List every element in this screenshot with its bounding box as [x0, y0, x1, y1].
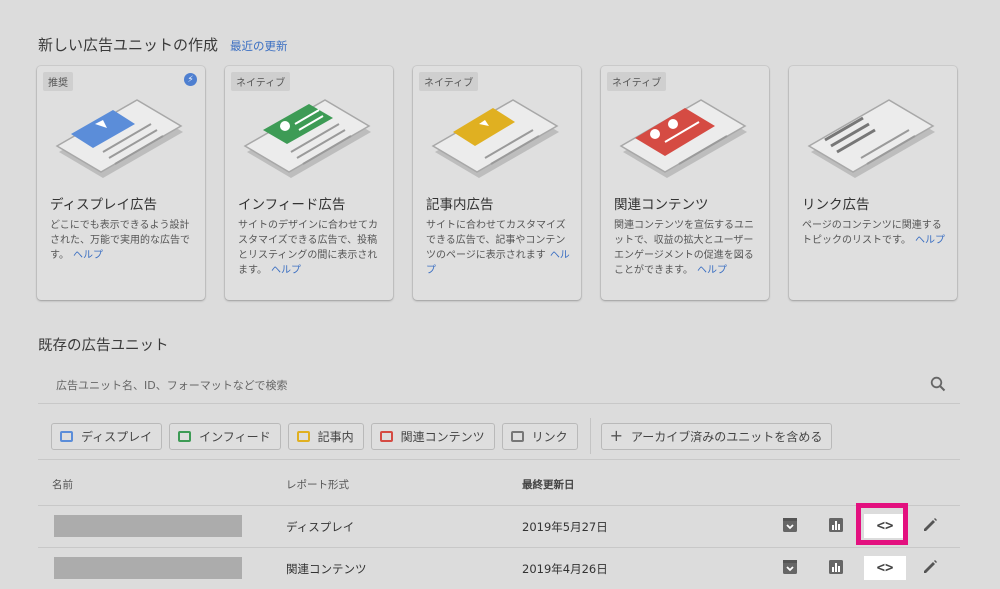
help-link[interactable]: ヘルプ [697, 265, 727, 276]
card-badge: ネイティブ [231, 72, 291, 91]
card-description: サイトのデザインに合わせてカスタマイズできる広告で、投稿とリスティングの間に表示… [238, 220, 378, 276]
filter-chips: ディスプレイ インフィード 記事内 関連コンテンツ リンク + アーカイブ済みの… [51, 418, 839, 454]
help-link[interactable]: ヘルプ [271, 265, 301, 276]
existing-units-title: 既存の広告ユニット [38, 338, 169, 354]
help-link[interactable]: ヘルプ [73, 250, 103, 261]
card-description: どこにでも表示できるよう設計された、万能で実用的な広告です。 ヘルプ [50, 220, 190, 261]
card-title: ディスプレイ広告 [50, 197, 158, 213]
edit-pencil-icon[interactable] [921, 516, 939, 534]
card-infeed-ads[interactable]: ネイティブ インフィード広告 サイトのデザインに合わせてカスタマイズできる広告で… [225, 66, 393, 300]
search-bar [38, 366, 960, 404]
row-updated: 2019年5月27日 [522, 520, 608, 534]
page-title: 新しい広告ユニットの作成 [38, 36, 219, 54]
related-content-illustration [619, 99, 747, 178]
redacted-unit-name[interactable] [54, 557, 242, 579]
row-format: 関連コンテンツ [286, 562, 367, 576]
get-code-highlight [856, 503, 908, 545]
column-header-name[interactable]: 名前 [52, 477, 73, 492]
plus-icon: + [609, 426, 624, 445]
card-display-ads[interactable]: 推奨 ⚡ ディスプレイ広告 どこにでも表示できるよう設計された、万能で実用的な広… [37, 66, 205, 300]
bolt-icon: ⚡ [184, 73, 197, 86]
card-description: 関連コンテンツを宣伝するユニットで、収益の拡大とユーザー エンゲージメントの促進… [614, 220, 754, 276]
filter-chip-infeed[interactable]: インフィード [169, 422, 281, 450]
create-header: 新しい広告ユニットの作成 最近の更新 [38, 34, 288, 55]
card-related-content[interactable]: ネイティブ 関連コンテンツ 関連コンテンツを宣伝するユニットで、収益の拡大とユー… [601, 66, 769, 300]
archive-icon[interactable] [781, 558, 799, 576]
filter-chip-related[interactable]: 関連コンテンツ [370, 422, 495, 450]
table-header: 名前 レポート形式 最終更新日 [38, 459, 960, 506]
card-description: ページのコンテンツに関連するトピックのリストです。 ヘルプ [802, 220, 945, 246]
row-format: ディスプレイ [286, 520, 355, 534]
include-archived-chip[interactable]: + アーカイブ済みのユニットを含める [600, 422, 833, 450]
card-title: リンク広告 [802, 197, 870, 213]
display-format-icon [60, 430, 73, 442]
card-title: 関連コンテンツ [614, 197, 709, 213]
card-description: サイトに合わせてカスタマイズできる広告で、記事やコンテンツのページに表示されます… [426, 220, 570, 276]
link-format-icon [510, 430, 524, 442]
in-article-ad-illustration [431, 99, 559, 178]
search-icon[interactable] [930, 376, 946, 392]
redacted-unit-name[interactable] [54, 515, 242, 537]
filter-chip-display[interactable]: ディスプレイ [51, 422, 163, 450]
in-article-format-icon [296, 430, 310, 442]
filter-chip-in-article[interactable]: 記事内 [287, 422, 364, 450]
row-updated: 2019年4月26日 [522, 562, 608, 576]
edit-pencil-icon[interactable] [921, 558, 939, 576]
card-badge: ネイティブ [607, 72, 667, 91]
card-title: 記事内広告 [426, 197, 494, 213]
search-input[interactable] [56, 376, 876, 394]
card-link-ads[interactable]: リンク広告 ページのコンテンツに関連するトピックのリストです。 ヘルプ [789, 66, 957, 300]
ad-unit-cards: 推奨 ⚡ ディスプレイ広告 どこにでも表示できるよう設計された、万能で実用的な広… [37, 66, 957, 300]
recent-updates-link[interactable]: 最近の更新 [230, 38, 288, 54]
column-header-updated[interactable]: 最終更新日 [522, 477, 575, 492]
card-in-article-ads[interactable]: ネイティブ 記事内広告 サイトに合わせてカスタマイズできる広告で、記事やコンテン… [413, 66, 581, 300]
table-row: ディスプレイ 2019年5月27日 <> [38, 506, 960, 548]
bar-chart-icon[interactable] [827, 516, 845, 534]
filter-divider [589, 418, 591, 454]
get-code-button[interactable]: <> [864, 556, 906, 580]
card-title: インフィード広告 [238, 197, 346, 213]
card-badge: 推奨 [43, 72, 73, 91]
archive-icon[interactable] [781, 516, 799, 534]
card-badge: ネイティブ [419, 72, 479, 91]
column-header-format[interactable]: レポート形式 [286, 477, 349, 492]
filter-chip-link[interactable]: リンク [501, 422, 578, 450]
bar-chart-icon[interactable] [827, 558, 845, 576]
link-ad-illustration [807, 99, 935, 178]
infeed-ad-illustration [243, 99, 371, 178]
table-row: 関連コンテンツ 2019年4月26日 <> [38, 548, 960, 589]
display-ad-illustration [55, 99, 183, 178]
related-format-icon [379, 430, 393, 442]
help-link[interactable]: ヘルプ [915, 235, 945, 246]
infeed-format-icon [178, 430, 192, 442]
